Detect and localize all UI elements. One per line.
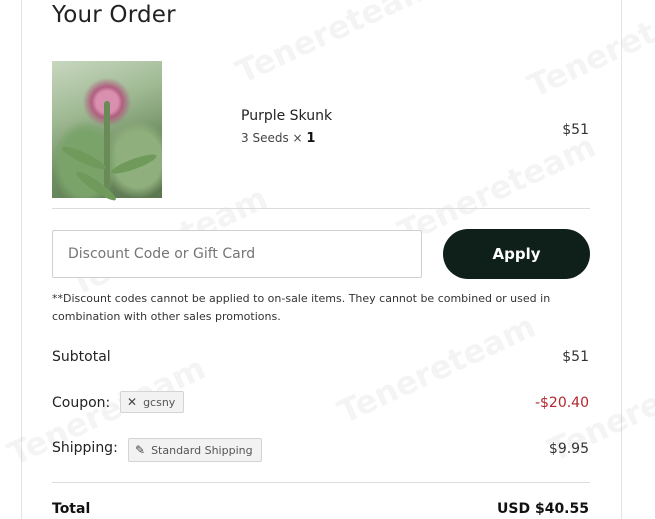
shipping-value: $9.95	[548, 441, 589, 457]
quantity-separator: ×	[288, 131, 307, 145]
divider	[52, 482, 590, 483]
edit-icon: ✎	[135, 443, 146, 457]
close-icon[interactable]: ✕	[127, 396, 137, 408]
page-title: Your Order	[52, 2, 176, 28]
product-name: Purple Skunk	[241, 108, 333, 124]
subtotal-value: $51	[562, 349, 589, 365]
coupon-chip[interactable]: ✕ gcsny	[120, 391, 185, 413]
product-price: $51	[562, 122, 589, 138]
product-image	[52, 61, 162, 204]
product-image-leaf	[109, 151, 159, 177]
shipping-label: Shipping:	[52, 440, 118, 456]
quantity-value: 1	[306, 131, 316, 146]
total-label: Total	[52, 501, 91, 517]
shipping-method: Standard Shipping	[151, 443, 253, 457]
apply-button[interactable]: Apply	[443, 229, 590, 279]
product-quantity: 3 Seeds × 1	[241, 131, 315, 146]
shipping-method-chip[interactable]: ✎ Standard Shipping	[128, 438, 262, 462]
product-image-stem	[104, 101, 110, 191]
product-variant: 3 Seeds	[241, 131, 289, 145]
product-image-leaf	[60, 143, 108, 173]
discount-disclaimer: **Discount codes cannot be applied to on…	[52, 292, 551, 323]
coupon-code: gcsny	[143, 395, 176, 409]
total-value: USD $40.55	[497, 501, 589, 517]
coupon-discount-value: -$20.40	[534, 395, 589, 411]
discount-code-input[interactable]	[52, 230, 422, 278]
divider	[52, 208, 590, 209]
subtotal-label: Subtotal	[52, 349, 111, 365]
coupon-label: Coupon:	[52, 395, 111, 411]
